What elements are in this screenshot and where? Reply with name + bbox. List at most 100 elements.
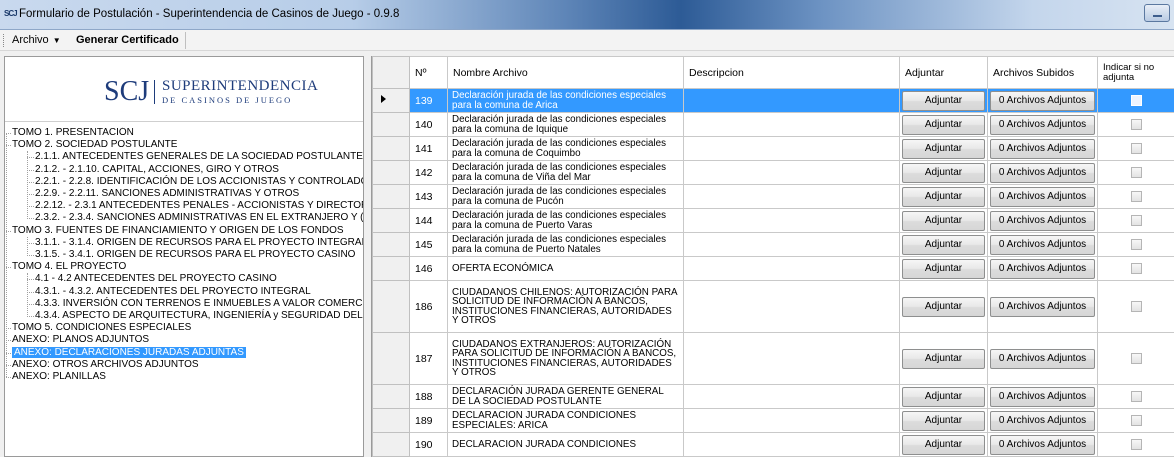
no-adjunta-checkbox[interactable] [1131,390,1142,402]
cell-description[interactable] [683,432,900,457]
column-header-desc[interactable]: Descripcion [683,56,900,89]
tree-node[interactable]: TOMO 1. PRESENTACIÓN [12,127,134,139]
cell-num[interactable]: 139 [409,88,448,113]
table-row[interactable]: 189 DECLARACION JURADA CONDICIONES ESPECI… [372,408,1174,433]
menu-archivo[interactable]: Archivo ▼ [12,34,61,46]
cell-description[interactable] [683,280,900,333]
row-header[interactable] [372,280,410,333]
cell-num[interactable]: 143 [409,184,448,209]
table-row[interactable]: 141 Declaración jurada de las condiciones… [372,136,1174,161]
tree-node[interactable]: ANEXO: PLANILLAS [12,371,106,383]
adjuntar-button[interactable]: Adjuntar [902,138,985,159]
adjuntar-button[interactable]: Adjuntar [902,186,985,207]
row-header[interactable] [372,184,410,209]
archivos-adjuntos-button[interactable]: 0 Archivos Adjuntos [990,138,1095,159]
adjuntar-button[interactable]: Adjuntar [902,348,985,369]
cell-name[interactable]: DECLARACION JURADA CONDICIONES [447,432,684,457]
row-header[interactable] [372,112,410,137]
no-adjunta-checkbox[interactable] [1131,166,1142,178]
no-adjunta-checkbox[interactable] [1131,414,1142,426]
table-row[interactable]: 140 Declaración jurada de las condiciones… [372,112,1174,137]
cell-num[interactable]: 188 [409,384,448,409]
row-header[interactable] [372,408,410,433]
cell-num[interactable]: 144 [409,208,448,233]
row-header[interactable] [372,332,410,385]
cell-description[interactable] [683,112,900,137]
table-row[interactable]: 145 Declaración jurada de las condiciones… [372,232,1174,257]
no-adjunta-checkbox[interactable] [1131,142,1142,154]
adjuntar-button[interactable]: Adjuntar [902,234,985,255]
cell-description[interactable] [683,408,900,433]
tree-subnode[interactable]: 2.2.9. - 2.2.11. SANCIONES ADMINISTRATIV… [35,188,299,200]
no-adjunta-checkbox[interactable] [1131,214,1142,226]
archivos-adjuntos-button[interactable]: 0 Archivos Adjuntos [990,234,1095,255]
tree-node[interactable]: TOMO 3. FUENTES DE FINANCIAMIENTO Y ORIG… [12,225,344,237]
no-adjunta-checkbox[interactable] [1131,262,1142,274]
cell-description[interactable] [683,384,900,409]
cell-name[interactable]: DECLARACION JURADA CONDICIONES ESPECIALE… [447,408,684,433]
adjuntar-button[interactable]: Adjuntar [902,114,985,135]
archivos-adjuntos-button[interactable]: 0 Archivos Adjuntos [990,90,1095,111]
cell-description[interactable] [683,256,900,281]
archivos-adjuntos-button[interactable]: 0 Archivos Adjuntos [990,348,1095,369]
adjuntar-button[interactable]: Adjuntar [902,386,985,407]
cell-num[interactable]: 146 [409,256,448,281]
tree-subnode[interactable]: 2.2.1. - 2.2.8. IDENTIFICACIÓN DE LOS AC… [35,176,363,188]
cell-num[interactable]: 145 [409,232,448,257]
cell-description[interactable] [683,232,900,257]
cell-name[interactable]: CIUDADANOS EXTRANJEROS: AUTORIZACIÓN PAR… [447,332,684,385]
tree-subnode[interactable]: 3.1.1. - 3.1.4. ORIGEN DE RECURSOS PARA … [35,237,363,249]
tree-node[interactable]: ANEXO: OTROS ARCHIVOS ADJUNTOS [12,359,199,371]
cell-num[interactable]: 142 [409,160,448,185]
tree-subnode[interactable]: 2.1.2. - 2.1.10. CAPITAL, ACCIONES, GIRO… [35,164,279,176]
cell-num[interactable]: 140 [409,112,448,137]
no-adjunta-checkbox[interactable] [1131,118,1142,130]
cell-name[interactable]: Declaración jurada de las condiciones es… [447,232,684,257]
adjuntar-button[interactable]: Adjuntar [902,90,985,111]
tree-node[interactable]: TOMO 5. CONDICIONES ESPECIALES [12,322,191,334]
menu-generar-certificado[interactable]: Generar Certificado [76,34,179,46]
cell-description[interactable] [683,88,900,113]
row-header[interactable] [372,136,410,161]
tree-node[interactable]: ANEXO: DECLARACIONES JURADAS ADJUNTAS [12,347,246,359]
cell-num[interactable]: 186 [409,280,448,333]
adjuntar-button[interactable]: Adjuntar [902,210,985,231]
cell-num[interactable]: 187 [409,332,448,385]
cell-name[interactable]: DECLARACIÓN JURADA GERENTE GENERAL DE LA… [447,384,684,409]
column-header-adjuntar[interactable]: Adjuntar [899,56,988,89]
no-adjunta-checkbox[interactable] [1131,190,1142,202]
table-row[interactable]: 186 CIUDADANOS CHILENOS: AUTORIZACIÓN PAR… [372,280,1174,333]
cell-name[interactable]: OFERTA ECONÓMICA [447,256,684,281]
cell-description[interactable] [683,332,900,385]
archivos-adjuntos-button[interactable]: 0 Archivos Adjuntos [990,296,1095,317]
minimize-button[interactable] [1144,4,1170,22]
cell-name[interactable]: Declaración jurada de las condiciones es… [447,136,684,161]
no-adjunta-checkbox[interactable] [1131,438,1142,450]
tree-subnode[interactable]: 4.3.1. - 4.3.2. ANTECEDENTES DEL PROYECT… [35,286,311,298]
cell-num[interactable]: 141 [409,136,448,161]
table-row[interactable]: 187 CIUDADANOS EXTRANJEROS: AUTORIZACIÓN … [372,332,1174,385]
row-header[interactable] [372,88,410,113]
no-adjunta-checkbox[interactable] [1131,94,1142,106]
table-row[interactable]: 142 Declaración jurada de las condiciones… [372,160,1174,185]
row-header[interactable] [372,208,410,233]
archivos-adjuntos-button[interactable]: 0 Archivos Adjuntos [990,114,1095,135]
no-adjunta-checkbox[interactable] [1131,352,1142,364]
cell-name[interactable]: Declaración jurada de las condiciones es… [447,184,684,209]
tree-subnode[interactable]: 4.1 - 4.2 ANTECEDENTES DEL PROYECTO CASI… [35,273,277,285]
cell-name[interactable]: CIUDADANOS CHILENOS: AUTORIZACIÓN PARA S… [447,280,684,333]
archivos-adjuntos-button[interactable]: 0 Archivos Adjuntos [990,186,1095,207]
cell-description[interactable] [683,136,900,161]
archivos-adjuntos-button[interactable]: 0 Archivos Adjuntos [990,210,1095,231]
cell-name[interactable]: Declaración jurada de las condiciones es… [447,112,684,137]
archivos-adjuntos-button[interactable]: 0 Archivos Adjuntos [990,258,1095,279]
row-header-corner[interactable] [372,56,410,89]
tree-subnode[interactable]: 4.3.4. ASPECTO DE ARQUITECTURA, INGENIER… [35,310,363,322]
cell-name[interactable]: Declaración jurada de las condiciones es… [447,208,684,233]
tree-node[interactable]: TOMO 4. EL PROYECTO [12,261,126,273]
tree-node[interactable]: ANEXO: PLANOS ADJUNTOS [12,334,149,346]
row-header[interactable] [372,432,410,457]
tree-subnode[interactable]: 3.1.5. - 3.4.1. ORIGEN DE RECURSOS PARA … [35,249,355,261]
table-row[interactable]: 144 Declaración jurada de las condiciones… [372,208,1174,233]
table-row[interactable]: 143 Declaración jurada de las condiciones… [372,184,1174,209]
